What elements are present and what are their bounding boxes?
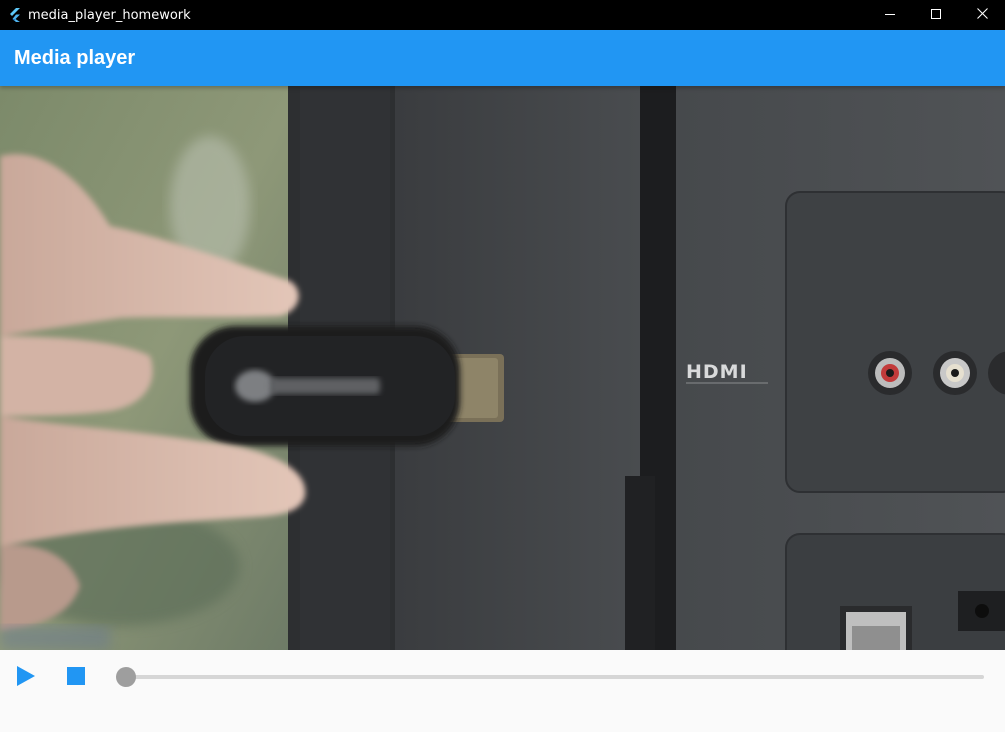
- stop-icon: [67, 666, 85, 690]
- video-frame-image: HDMI: [0, 86, 1005, 650]
- window-title: media_player_homework: [28, 7, 191, 23]
- page-title: Media player: [14, 46, 136, 69]
- window-controls: [867, 0, 1005, 30]
- app-bar: Media player: [0, 30, 1005, 86]
- close-icon: [976, 6, 988, 24]
- play-button[interactable]: [10, 662, 42, 694]
- seek-slider-thumb[interactable]: [116, 667, 136, 687]
- maximize-button[interactable]: [913, 0, 959, 30]
- close-button[interactable]: [959, 0, 1005, 30]
- video-frame[interactable]: HDMI: [0, 86, 1005, 650]
- window-titlebar: media_player_homework: [0, 0, 1005, 30]
- minimize-button[interactable]: [867, 0, 913, 30]
- svg-text:HDMI: HDMI: [686, 361, 748, 383]
- minimize-icon: [885, 6, 895, 24]
- maximize-icon: [931, 6, 941, 24]
- app-window: media_player_homework Media player HDMI: [0, 0, 1005, 732]
- stop-button[interactable]: [60, 662, 92, 694]
- play-icon: [16, 665, 36, 692]
- flutter-logo-icon: [8, 8, 22, 22]
- media-controls: [0, 650, 1005, 732]
- seek-slider-track[interactable]: [124, 675, 984, 679]
- seek-slider[interactable]: [116, 666, 986, 688]
